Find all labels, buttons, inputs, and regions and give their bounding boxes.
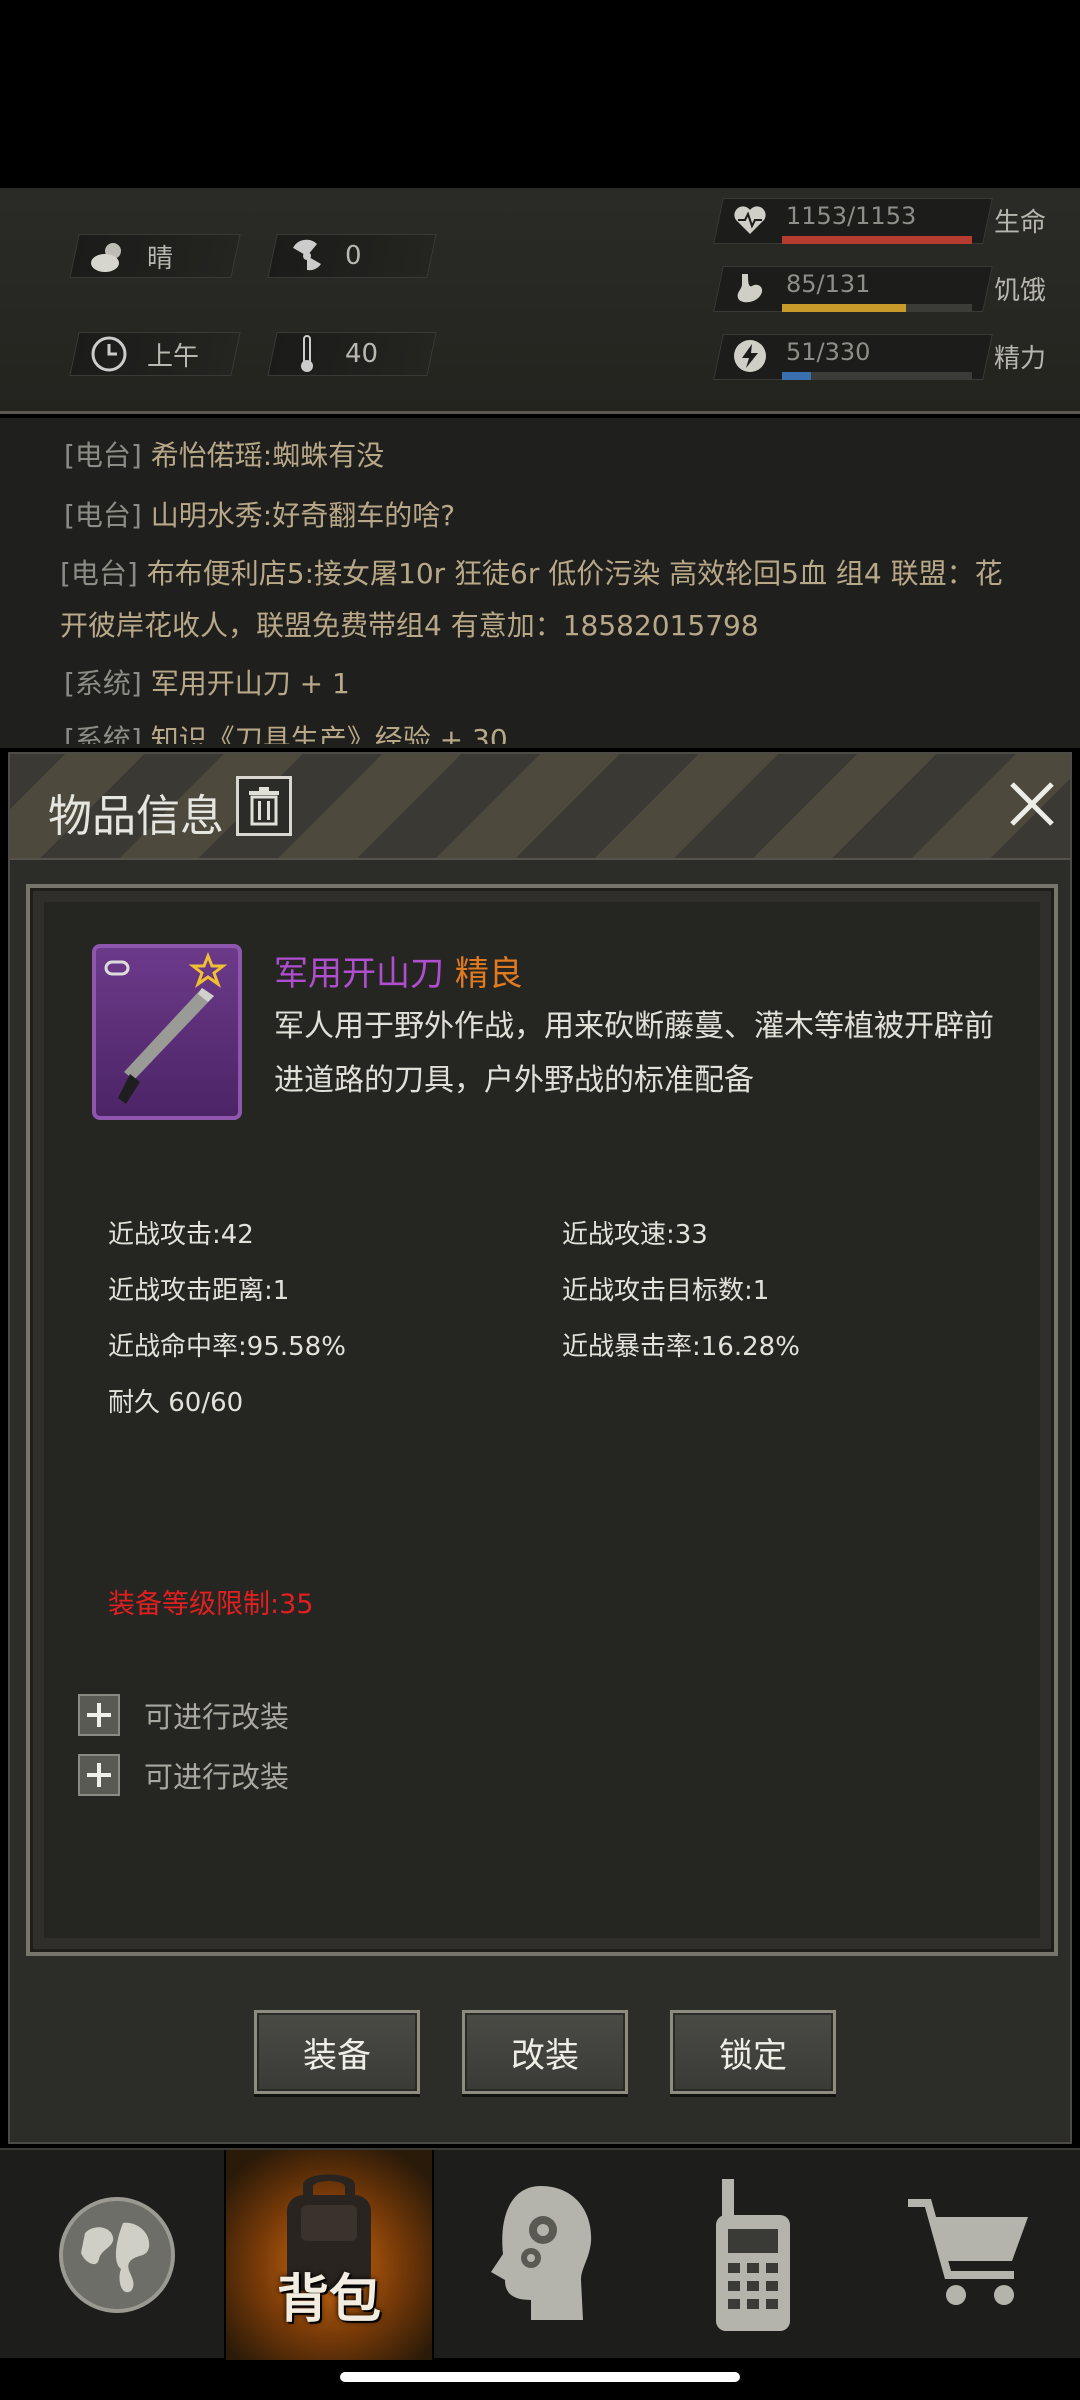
tab-bag[interactable]: 背包 — [224, 2150, 434, 2360]
item-quality: 精良 — [454, 954, 523, 994]
health-label: 生命 — [994, 208, 1047, 238]
attr-melee-speed: 近战攻速:33 — [562, 1220, 708, 1250]
walkie-talkie-icon — [716, 2179, 790, 2331]
machete-icon — [118, 988, 214, 1104]
health-stat: 1153/1153 生命 — [713, 194, 1070, 250]
weather-label: 晴 — [147, 243, 174, 274]
lightning-icon — [732, 338, 768, 378]
chat-line: [电台] 希怡偌瑶:蜘蛛有没 — [64, 439, 385, 472]
globe-icon — [59, 2197, 175, 2313]
chat-line: [电台] 山明水秀:好奇翻车的啥? — [64, 499, 456, 532]
stomach-icon — [732, 270, 768, 310]
attr-melee-targets: 近战攻击目标数:1 — [562, 1276, 770, 1306]
time-cell: 上午 — [69, 332, 241, 376]
chat-line: [系统] 军用开山刀 + 1 — [64, 667, 350, 700]
close-button[interactable] — [1004, 776, 1060, 832]
energy-bar — [782, 372, 972, 380]
head-gears-icon — [491, 2186, 592, 2320]
tab-world[interactable] — [12, 2150, 222, 2360]
hunger-label: 饥饿 — [994, 276, 1047, 306]
dialog-title: 物品信息 — [48, 791, 224, 842]
close-icon — [1010, 782, 1054, 826]
discard-button[interactable] — [236, 776, 292, 836]
mod-slot-label: 可进行改装 — [144, 1700, 290, 1734]
health-value: 1153/1153 — [786, 202, 917, 230]
hunger-stat: 85/131 饥饿 — [713, 262, 1070, 318]
chat-line: [系统] 知识《刀具生产》经验 + 30 — [64, 723, 508, 744]
home-indicator[interactable] — [340, 2372, 740, 2382]
cart-icon — [908, 2199, 1028, 2305]
attr-melee-crit: 近战暴击率:16.28% — [562, 1332, 800, 1362]
item-info-dialog: 物品信息 军用开山刀 精良 军人用于野外作战，用来砍断藤蔓、灌木等植被开辟前进道… — [8, 752, 1072, 2144]
health-bar — [782, 236, 972, 244]
tab-shop[interactable] — [864, 2150, 1074, 2360]
clock-icon — [89, 334, 129, 374]
tab-skills[interactable] — [436, 2150, 646, 2360]
chain-link-icon — [104, 960, 130, 976]
bottom-nav: 背包 — [0, 2148, 1080, 2360]
radiation-icon — [287, 236, 327, 276]
mod-slot[interactable]: 可进行改装 — [78, 1692, 289, 1738]
attr-melee-hit: 近战命中率:95.58% — [108, 1332, 346, 1362]
dialog-header: 物品信息 — [10, 754, 1070, 860]
mod-slot[interactable]: 可进行改装 — [78, 1752, 289, 1798]
plus-icon — [78, 1754, 120, 1796]
temperature-cell: 40 — [267, 332, 437, 376]
level-requirement: 装备等级限制:35 — [108, 1589, 314, 1620]
energy-value: 51/330 — [786, 338, 871, 366]
lock-button[interactable]: 锁定 — [670, 2010, 836, 2094]
hunger-bar — [782, 304, 972, 312]
status-bar: 晴 0 上午 40 1153/1153 生命 85/131 饥饿 51/330 … — [0, 188, 1080, 563]
modify-button[interactable]: 改装 — [462, 2010, 628, 2094]
attr-durability: 耐久 60/60 — [108, 1388, 244, 1418]
mod-slot-label: 可进行改装 — [144, 1760, 290, 1794]
hunger-value: 85/131 — [786, 270, 871, 298]
energy-stat: 51/330 精力 — [713, 330, 1070, 386]
weather-cell: 晴 — [69, 234, 241, 278]
chat-line: [电台] 布布便利店5:接女屠10r 狂徒6r 低价污染 高效轮回5血 组4 联… — [60, 557, 1003, 642]
tab-radio[interactable] — [648, 2150, 858, 2360]
temperature-value: 40 — [345, 339, 379, 369]
item-image — [92, 944, 242, 1120]
energy-label: 精力 — [994, 344, 1047, 374]
cloud-sun-icon — [89, 236, 129, 276]
radiation-cell: 0 — [267, 234, 437, 278]
item-description: 军人用于野外作战，用来砍断藤蔓、灌木等植被开辟前进道路的刀具，户外野战的标准配备 — [274, 1009, 994, 1098]
trash-icon — [249, 787, 279, 826]
item-name: 军用开山刀 精良 — [274, 946, 523, 995]
item-name-text: 军用开山刀 — [274, 954, 444, 994]
radiation-value: 0 — [345, 241, 362, 271]
attr-melee-range: 近战攻击距离:1 — [108, 1276, 290, 1306]
chat-log[interactable]: [电台] 希怡偌瑶:蜘蛛有没 [电台] 山明水秀:好奇翻车的啥? [电台] 布布… — [0, 418, 1080, 748]
heartbeat-icon — [732, 202, 768, 242]
equip-button[interactable]: 装备 — [254, 2010, 420, 2094]
tab-bag-label: 背包 — [276, 2270, 381, 2330]
attr-melee-attack: 近战攻击:42 — [108, 1220, 254, 1250]
time-label: 上午 — [147, 341, 200, 372]
star-icon — [188, 951, 228, 988]
plus-icon — [78, 1694, 120, 1736]
thermometer-icon — [287, 334, 327, 374]
